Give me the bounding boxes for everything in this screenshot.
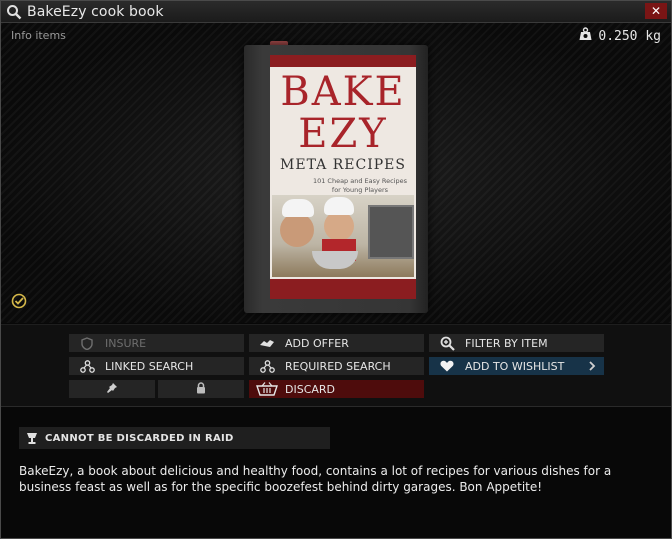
lock-button[interactable]: [158, 380, 244, 398]
item-description: BakeEzy, a book about delicious and heal…: [19, 464, 612, 494]
cover-oven: [368, 205, 414, 259]
close-icon: ✕: [650, 4, 662, 18]
filter-by-item-button[interactable]: FILTER BY ITEM: [429, 334, 604, 352]
cover-tagline: 101 Cheap and Easy Recipes for Young Pla…: [312, 177, 408, 194]
nodes-icon: [69, 359, 105, 373]
check-icon: [11, 293, 27, 313]
cover-band-bottom: [270, 279, 416, 299]
required-search-label: REQUIRED SEARCH: [285, 359, 391, 373]
title-bar[interactable]: BakeEzy cook book ✕: [1, 1, 671, 23]
linked-search-button[interactable]: LINKED SEARCH: [69, 357, 244, 375]
linked-search-label: LINKED SEARCH: [105, 359, 194, 373]
close-button[interactable]: ✕: [645, 3, 667, 19]
cover-band-top: [270, 55, 416, 67]
search-icon: [5, 3, 23, 21]
cover-title-line1: BAKE: [280, 69, 406, 115]
add-offer-button[interactable]: ADD OFFER: [249, 334, 424, 352]
chef-hat: [282, 199, 314, 217]
restriction-text: CANNOT BE DISCARDED IN RAID: [45, 432, 234, 444]
insure-button[interactable]: INSURE: [69, 334, 244, 352]
heart-icon: [429, 360, 465, 372]
chevron-right-icon: [588, 360, 596, 375]
cover-kid: [280, 213, 314, 247]
required-search-button[interactable]: REQUIRED SEARCH: [249, 357, 424, 375]
pin-icon: [106, 382, 118, 397]
zoom-icon: [429, 336, 465, 351]
basket-icon: [249, 382, 285, 396]
insure-label: INSURE: [105, 336, 147, 350]
book-image: BAKE EZY META RECIPES 101 Cheap and Easy…: [244, 45, 428, 313]
add-offer-label: ADD OFFER: [285, 336, 349, 350]
add-to-wishlist-label: ADD TO WISHLIST: [465, 359, 565, 373]
filter-by-item-label: FILTER BY ITEM: [465, 336, 548, 350]
item-preview: Info items 0.250 kg BAKE EZY META RECIPE…: [1, 23, 671, 323]
restriction-badge: CANNOT BE DISCARDED IN RAID: [19, 427, 330, 449]
discard-label: DISCARD: [285, 382, 336, 396]
discard-button[interactable]: DISCARD: [249, 380, 424, 398]
cover-title-line2: EZY: [298, 111, 388, 157]
lock-icon: [196, 381, 206, 397]
cover-subtitle: META RECIPES: [280, 157, 406, 173]
cover-kid: [324, 211, 354, 241]
chef-hat: [324, 197, 354, 215]
cover-bowl: [312, 251, 358, 269]
section-divider: [1, 406, 671, 407]
handshake-icon: [249, 337, 285, 349]
cover-photo: [272, 195, 414, 277]
shield-icon: [69, 336, 105, 350]
window-title: BakeEzy cook book: [27, 3, 164, 20]
weight-value: 0.250 kg: [598, 28, 661, 44]
item-window: BakeEzy cook book ✕ Info items 0.250 kg …: [0, 0, 672, 539]
goblet-icon: [19, 432, 45, 445]
pin-button[interactable]: [69, 380, 155, 398]
book-cover: BAKE EZY META RECIPES 101 Cheap and Easy…: [270, 55, 416, 299]
weight-icon: [579, 27, 592, 45]
info-label: Info items: [11, 29, 66, 42]
nodes-icon: [249, 359, 285, 373]
action-panel: INSURE ADD OFFER FILTER BY ITEM LINKED S…: [1, 324, 671, 407]
weight-display: 0.250 kg: [579, 27, 661, 45]
add-to-wishlist-button[interactable]: ADD TO WISHLIST: [429, 357, 604, 375]
